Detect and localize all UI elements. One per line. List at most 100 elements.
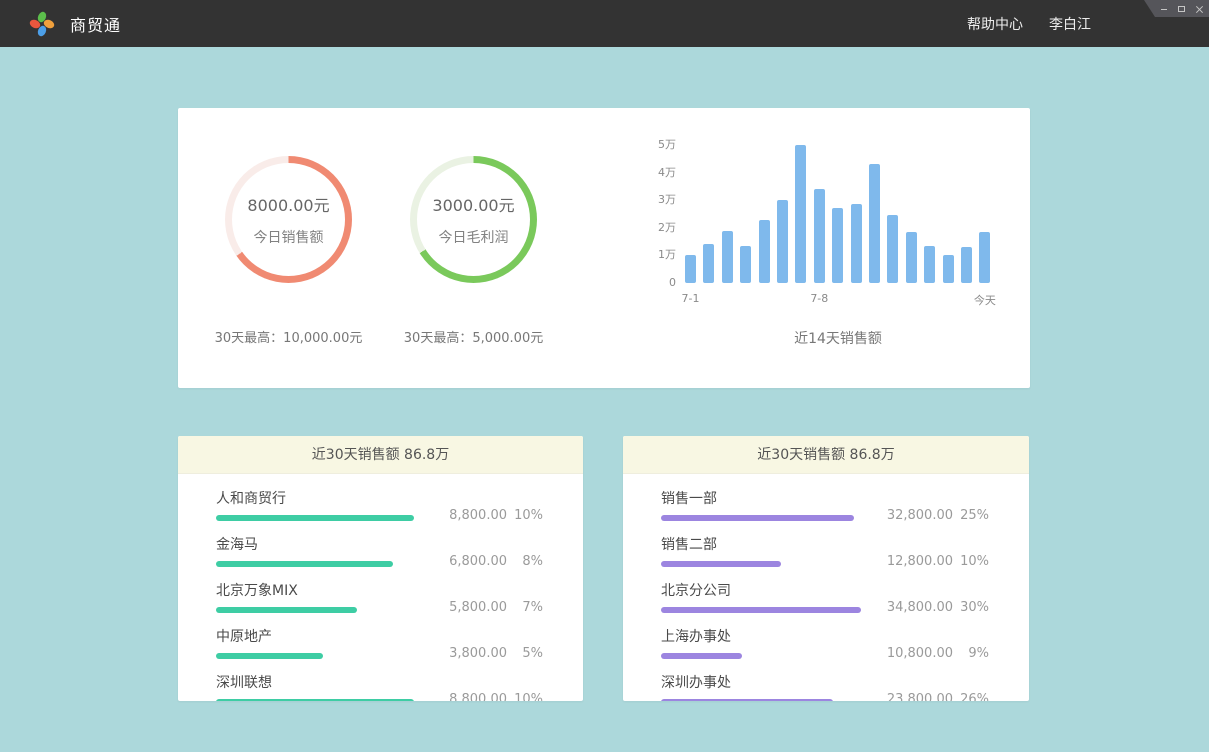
- bar-day-8: [814, 189, 825, 283]
- app-logo-icon: [29, 10, 55, 38]
- bar-day-5: [759, 220, 770, 283]
- ranking-row-name: 上海办事处: [661, 626, 883, 646]
- donut-text: 3000.00元 今日毛利润: [410, 156, 537, 283]
- ranking-row: 销售一部32,800.0025%: [661, 488, 989, 521]
- ranking-row: 北京万象MIX5,800.007%: [216, 580, 543, 613]
- ranking-row-percent: 10%: [953, 554, 989, 569]
- ranking-row-bar: [661, 561, 781, 567]
- ranking-row-amount: 8,800.00: [437, 508, 507, 523]
- x-axis-tick: 7-1: [682, 292, 700, 305]
- titlebar: 商贸通 帮助中心 李白江: [0, 0, 1209, 47]
- ranking-row: 中原地产3,800.005%: [216, 626, 543, 659]
- donut-text: 8000.00元 今日销售额: [225, 156, 352, 283]
- ranking-row-percent: 10%: [507, 508, 543, 523]
- ranking-row-amount: 32,800.00: [883, 508, 953, 523]
- bar-chart-y-axis: 01万2万3万4万5万: [640, 145, 676, 283]
- ranking-row-bar: [216, 653, 323, 659]
- today-sales-gauge: 8000.00元 今日销售额 30天最高：10,000.00元: [196, 156, 381, 346]
- y-axis-tick: 0: [669, 276, 676, 290]
- ranking-row-percent: 26%: [953, 692, 989, 701]
- bar-day-6: [777, 200, 788, 283]
- maximize-icon[interactable]: [1177, 4, 1185, 14]
- help-center-link[interactable]: 帮助中心: [967, 14, 1023, 34]
- today-profit-value: 3000.00元: [432, 192, 514, 216]
- bar-day-14: [924, 246, 935, 283]
- ranking-row-bar: [661, 515, 854, 521]
- ranking-row-bar: [216, 561, 393, 567]
- ranking-row-percent: 9%: [953, 646, 989, 661]
- ranking-row-amount: 6,800.00: [437, 554, 507, 569]
- y-axis-tick: 5万: [658, 138, 676, 152]
- ranking-row-name: 深圳办事处: [661, 672, 883, 692]
- ranking-row-percent: 5%: [507, 646, 543, 661]
- bar-day-2: [703, 244, 714, 283]
- bar-day-13: [906, 232, 917, 283]
- ranking-row-bar: [216, 607, 357, 613]
- ranking-row-bar: [661, 653, 742, 659]
- ranking-rows: 销售一部32,800.0025% 销售二部12,800.0010% 北京分公司34,…: [623, 474, 1029, 701]
- sales-30day-max: 30天最高：10,000.00元: [196, 327, 381, 346]
- brand: 商贸通: [0, 10, 121, 38]
- today-profit-gauge: 3000.00元 今日毛利润 30天最高：5,000.00元: [381, 156, 566, 346]
- ranking-row-amount: 8,800.00: [437, 692, 507, 701]
- y-axis-tick: 3万: [658, 193, 676, 207]
- close-icon[interactable]: [1195, 4, 1203, 14]
- today-sales-donut-chart: 8000.00元 今日销售额: [225, 156, 352, 283]
- today-profit-donut-chart: 3000.00元 今日毛利润: [410, 156, 537, 283]
- today-sales-value: 8000.00元: [247, 192, 329, 216]
- bar-day-12: [887, 215, 898, 283]
- ranking-row: 销售二部12,800.0010%: [661, 534, 989, 567]
- bar-day-3: [722, 231, 733, 283]
- ranking-row-percent: 8%: [507, 554, 543, 569]
- bar-day-7: [795, 145, 806, 283]
- ranking-row: 深圳办事处23,800.0026%: [661, 672, 989, 701]
- ranking-row: 北京分公司34,800.0030%: [661, 580, 989, 613]
- ranking-row-bar: [216, 699, 414, 701]
- bar-day-16: [961, 247, 972, 283]
- ranking-row-amount: 3,800.00: [437, 646, 507, 661]
- ranking-row-name: 北京万象MIX: [216, 580, 437, 600]
- customer-sales-ranking-card: 近30天销售额 86.8万 人和商贸行8,800.0010%金海马6,800.0…: [178, 436, 583, 701]
- bar-chart-plot: 01万2万3万4万5万: [685, 145, 991, 283]
- ranking-row-amount: 12,800.00: [883, 554, 953, 569]
- ranking-card-title: 近30天销售额 86.8万: [623, 436, 1029, 474]
- ranking-row-percent: 7%: [507, 600, 543, 615]
- bar-day-11: [869, 164, 880, 283]
- bar-day-10: [851, 204, 862, 283]
- bar-day-17: [979, 232, 990, 283]
- ranking-row: 人和商贸行8,800.0010%: [216, 488, 543, 521]
- ranking-row-amount: 34,800.00: [883, 600, 953, 615]
- ranking-row: 深圳联想8,800.0010%: [216, 672, 543, 701]
- y-axis-tick: 1万: [658, 248, 676, 262]
- ranking-row-name: 深圳联想: [216, 672, 437, 692]
- ranking-row-name: 销售一部: [661, 488, 883, 508]
- bar-day-9: [832, 208, 843, 283]
- ranking-row-amount: 5,800.00: [437, 600, 507, 615]
- bar-day-1: [685, 255, 696, 283]
- y-axis-tick: 2万: [658, 221, 676, 235]
- ranking-row-name: 金海马: [216, 534, 437, 554]
- app-title: 商贸通: [70, 12, 121, 36]
- bar-chart-x-axis: 7-17-8今天: [685, 292, 991, 308]
- minimize-icon[interactable]: [1160, 4, 1168, 14]
- department-sales-ranking-card: 近30天销售额 86.8万 销售一部32,800.0025% 销售二部12,800…: [623, 436, 1029, 701]
- ranking-row-bar: [661, 607, 861, 613]
- ranking-row-name: 人和商贸行: [216, 488, 437, 508]
- ranking-card-title: 近30天销售额 86.8万: [178, 436, 583, 474]
- user-name-link[interactable]: 李白江: [1049, 14, 1091, 34]
- ranking-row-name: 中原地产: [216, 626, 437, 646]
- ranking-row-bar: [216, 515, 414, 521]
- sales-14day-bar-chart: 01万2万3万4万5万 7-17-8今天 近14天销售额: [640, 145, 1005, 348]
- bar-day-4: [740, 246, 751, 283]
- today-profit-label: 今日毛利润: [439, 227, 509, 247]
- profit-30day-max: 30天最高：5,000.00元: [381, 327, 566, 346]
- ranking-row-bar: [661, 699, 833, 701]
- ranking-row-percent: 10%: [507, 692, 543, 701]
- ranking-row-amount: 10,800.00: [883, 646, 953, 661]
- today-sales-label: 今日销售额: [254, 227, 324, 247]
- ranking-row-name: 北京分公司: [661, 580, 883, 600]
- ranking-row-amount: 23,800.00: [883, 692, 953, 701]
- x-axis-tick: 今天: [974, 292, 996, 308]
- ranking-row-percent: 25%: [953, 508, 989, 523]
- overview-card: 8000.00元 今日销售额 30天最高：10,000.00元 3000.00元…: [178, 108, 1030, 388]
